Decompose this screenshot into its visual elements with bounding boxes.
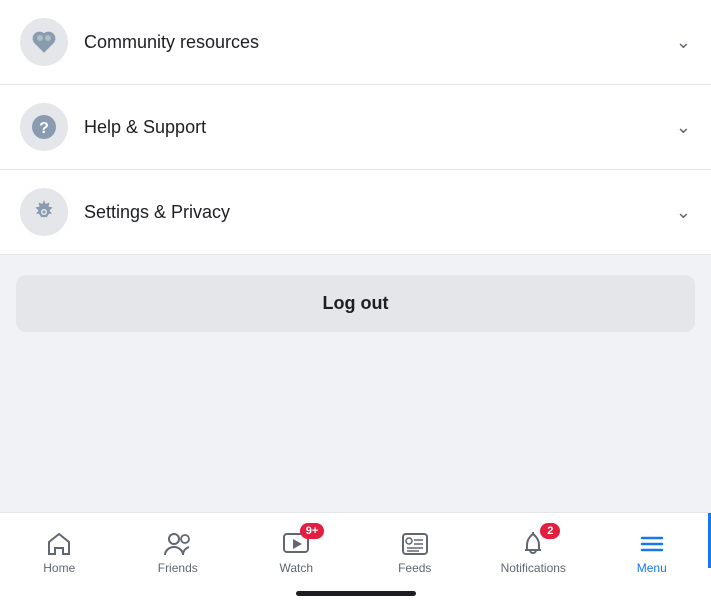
nav-friends-label: Friends (158, 561, 198, 575)
community-resources-label: Community resources (84, 32, 676, 53)
settings-privacy-item[interactable]: Settings & Privacy ⌄ (0, 170, 711, 255)
nav-menu-label: Menu (637, 561, 667, 575)
notifications-icon: 2 (520, 531, 546, 557)
help-support-item[interactable]: ? Help & Support ⌄ (0, 85, 711, 170)
svg-text:?: ? (39, 120, 49, 137)
menu-icon (639, 531, 665, 557)
feeds-icon (401, 531, 429, 557)
nav-item-watch[interactable]: 9+ Watch (237, 513, 356, 600)
help-support-label: Help & Support (84, 117, 676, 138)
watch-icon: 9+ (282, 531, 310, 557)
nav-feeds-label: Feeds (398, 561, 431, 575)
logout-section: Log out (0, 255, 711, 352)
watch-badge: 9+ (300, 523, 325, 539)
community-resources-item[interactable]: Community resources ⌄ (0, 0, 711, 85)
logout-button[interactable]: Log out (16, 275, 695, 332)
friends-icon (163, 531, 193, 557)
nav-home-label: Home (43, 561, 75, 575)
community-resources-chevron: ⌄ (676, 32, 691, 53)
notifications-badge: 2 (540, 523, 560, 539)
nav-watch-label: Watch (279, 561, 313, 575)
nav-item-menu[interactable]: Menu (593, 513, 711, 600)
community-resources-icon (20, 18, 68, 66)
nav-item-home[interactable]: Home (0, 513, 119, 600)
home-indicator (296, 591, 416, 596)
nav-item-friends[interactable]: Friends (119, 513, 238, 600)
help-support-chevron: ⌄ (676, 117, 691, 138)
settings-privacy-icon (20, 188, 68, 236)
settings-privacy-label: Settings & Privacy (84, 202, 676, 223)
nav-notifications-label: Notifications (501, 561, 566, 575)
main-content: Community resources ⌄ ? Help & Support ⌄… (0, 0, 711, 352)
home-icon (46, 531, 72, 557)
nav-item-notifications[interactable]: 2 Notifications (474, 513, 593, 600)
nav-item-feeds[interactable]: Feeds (356, 513, 475, 600)
bottom-nav: Home Friends 9+ Watch (0, 512, 711, 600)
settings-privacy-chevron: ⌄ (676, 202, 691, 223)
help-support-icon: ? (20, 103, 68, 151)
